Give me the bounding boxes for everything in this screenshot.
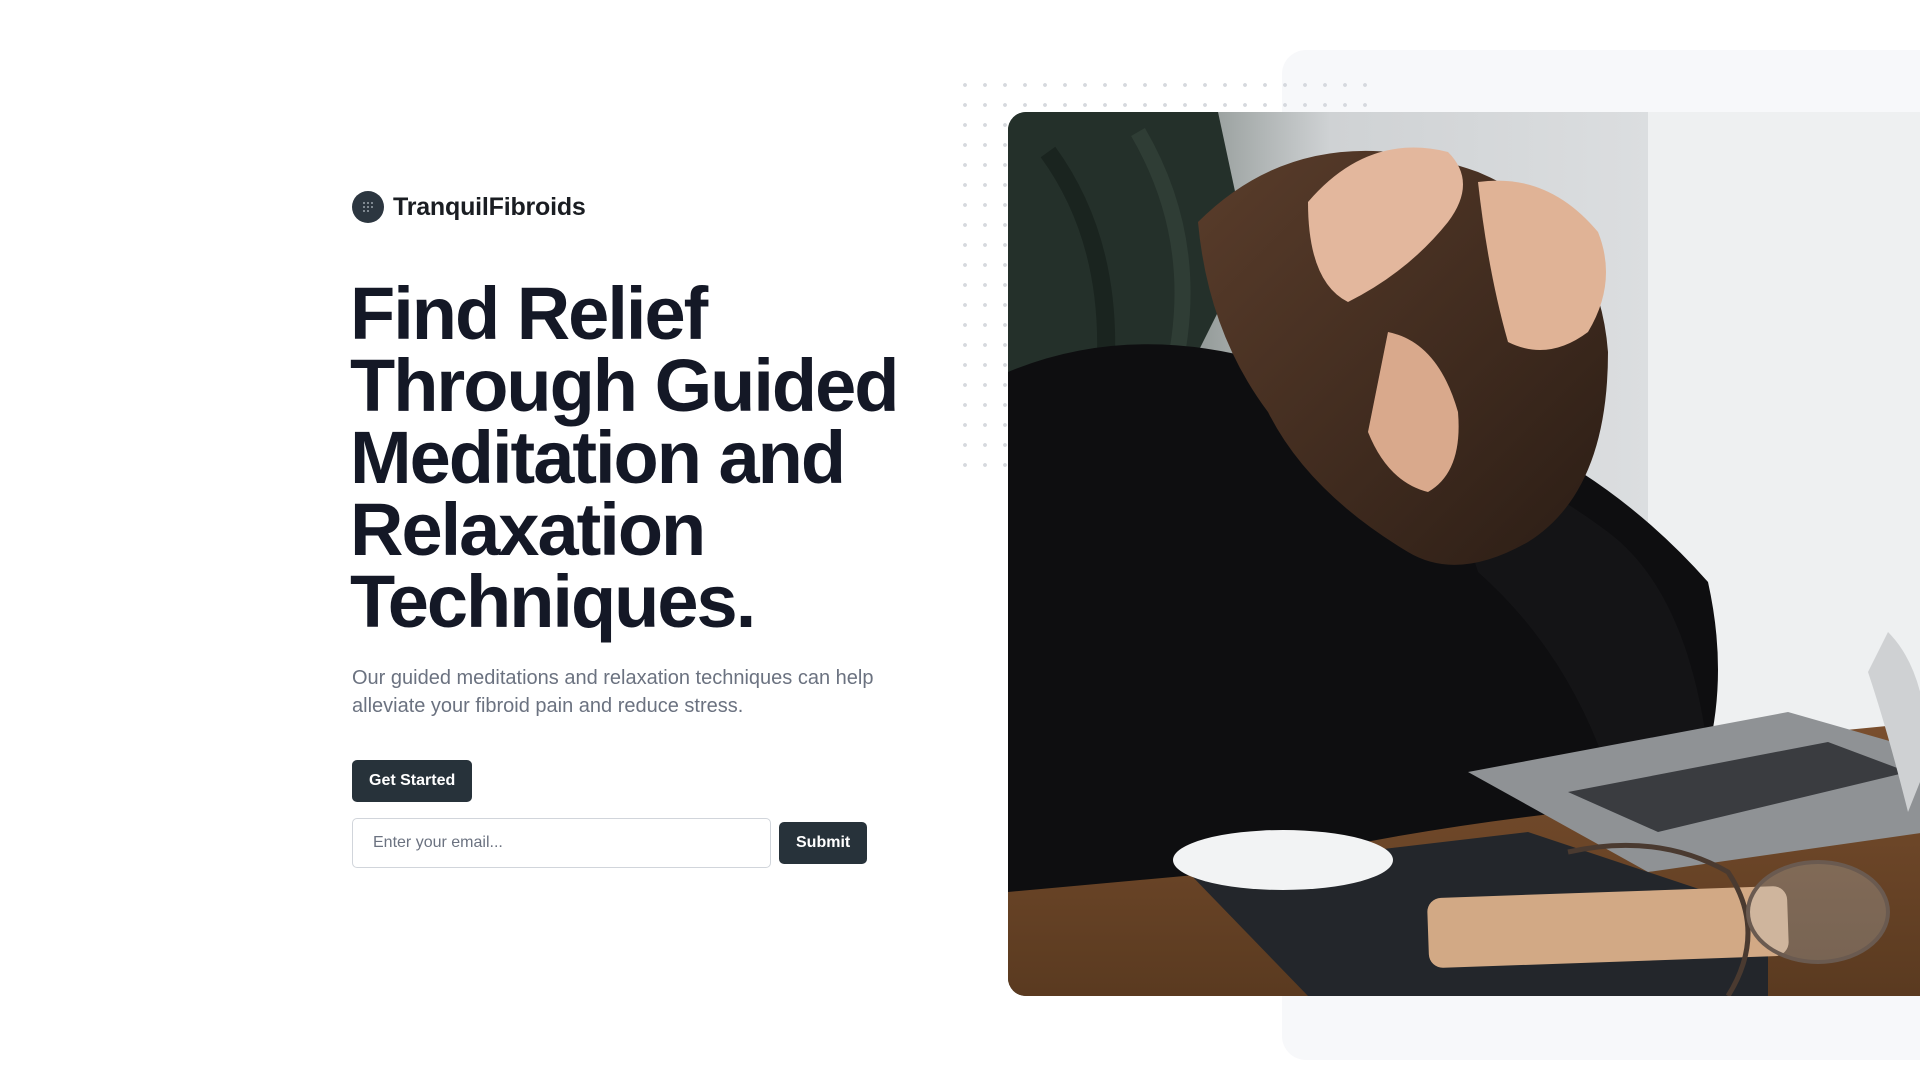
hero-subtext: Our guided meditations and relaxation te… xyxy=(352,667,874,717)
get-started-button[interactable]: Get Started xyxy=(352,760,473,802)
grid-dots-icon xyxy=(352,191,384,223)
landing-page: TranquilFibroids Find Relief Through Gui… xyxy=(0,0,1920,1080)
brand-name: TranquilFibroids xyxy=(393,192,586,221)
email-signup-form: Submit xyxy=(352,818,868,868)
email-input[interactable] xyxy=(352,818,771,868)
submit-button[interactable]: Submit xyxy=(779,822,868,864)
stressed-woman-at-laptop-illustration xyxy=(1008,112,1920,996)
hero-image xyxy=(1008,112,1920,996)
brand[interactable]: TranquilFibroids xyxy=(352,191,586,223)
hero-headline: Find Relief Through Guided Meditation an… xyxy=(350,272,899,643)
